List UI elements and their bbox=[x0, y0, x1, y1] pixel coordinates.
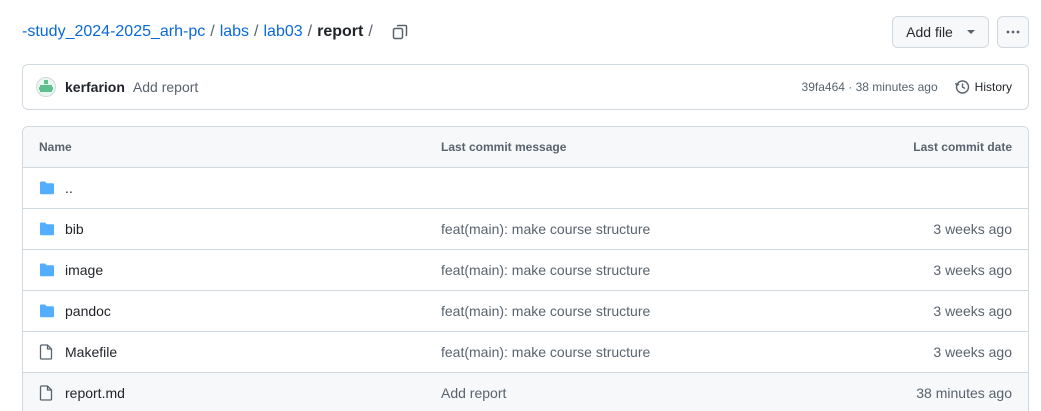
breadcrumb-repo-link[interactable]: -study_2024-2025_arh-pc bbox=[22, 23, 205, 41]
file-table: Name Last commit message Last commit dat… bbox=[22, 126, 1029, 411]
copy-path-icon[interactable] bbox=[390, 22, 410, 42]
file-icon bbox=[39, 344, 55, 360]
commit-date: 3 weeks ago bbox=[933, 344, 1012, 360]
header-name: Name bbox=[39, 140, 72, 154]
folder-icon bbox=[39, 303, 55, 319]
breadcrumb-labs-link[interactable]: labs bbox=[220, 23, 249, 41]
add-file-button[interactable]: Add file bbox=[892, 16, 989, 48]
table-header: Name Last commit message Last commit dat… bbox=[23, 127, 1028, 168]
table-row[interactable]: Makefile feat(main): make course structu… bbox=[23, 332, 1028, 373]
file-name[interactable]: .. bbox=[65, 180, 73, 196]
commit-hash-time[interactable]: 39fa464 · 38 minutes ago bbox=[802, 80, 938, 94]
history-icon bbox=[954, 80, 969, 94]
file-name[interactable]: bib bbox=[65, 221, 84, 237]
table-row[interactable]: .. bbox=[23, 168, 1028, 209]
commit-author[interactable]: kerfarion bbox=[65, 79, 125, 95]
breadcrumb-separator: / bbox=[210, 23, 215, 40]
commit-message[interactable]: feat(main): make course structure bbox=[441, 262, 650, 278]
breadcrumb-lab03-link[interactable]: lab03 bbox=[264, 23, 303, 41]
breadcrumb: -study_2024-2025_arh-pc / labs / lab03 /… bbox=[22, 18, 410, 46]
add-file-label: Add file bbox=[906, 24, 953, 40]
file-name[interactable]: Makefile bbox=[65, 344, 117, 360]
breadcrumb-separator: / bbox=[307, 23, 313, 40]
folder-icon bbox=[39, 180, 55, 196]
header-date: Last commit date bbox=[913, 140, 1012, 154]
commit-message[interactable]: Add report bbox=[133, 79, 198, 95]
commit-meta-group: 39fa464 · 38 minutes ago History bbox=[802, 79, 1012, 95]
table-row[interactable]: report.md Add report 38 minutes ago bbox=[23, 373, 1028, 411]
commit-date: 3 weeks ago bbox=[933, 262, 1012, 278]
table-row[interactable]: pandoc feat(main): make course structure… bbox=[23, 291, 1028, 332]
avatar[interactable] bbox=[36, 77, 56, 97]
folder-icon bbox=[39, 262, 55, 278]
commit-date: 3 weeks ago bbox=[933, 303, 1012, 319]
commit-date: 38 minutes ago bbox=[916, 385, 1012, 401]
commit-date: 3 weeks ago bbox=[933, 221, 1012, 237]
folder-icon bbox=[39, 221, 55, 237]
triangle-down-icon bbox=[966, 30, 975, 34]
history-label: History bbox=[974, 80, 1012, 94]
kebab-horizontal-icon bbox=[1006, 30, 1020, 34]
table-row[interactable]: image feat(main): make course structure … bbox=[23, 250, 1028, 291]
history-button[interactable]: History bbox=[954, 79, 1012, 95]
breadcrumb-separator: / bbox=[368, 23, 373, 40]
commit-message[interactable]: feat(main): make course structure bbox=[441, 303, 650, 319]
table-row[interactable]: bib feat(main): make course structure 3 … bbox=[23, 209, 1028, 250]
latest-commit-bar: kerfarion Add report 39fa464 · 38 minute… bbox=[22, 64, 1029, 110]
file-name[interactable]: report.md bbox=[65, 385, 125, 401]
header-message: Last commit message bbox=[441, 140, 567, 154]
commit-message[interactable]: Add report bbox=[441, 385, 506, 401]
file-name[interactable]: image bbox=[65, 262, 103, 278]
file-name[interactable]: pandoc bbox=[65, 303, 111, 319]
breadcrumb-current: report bbox=[317, 23, 364, 40]
commit-message[interactable]: feat(main): make course structure bbox=[441, 221, 650, 237]
more-options-button[interactable] bbox=[997, 16, 1029, 48]
commit-message[interactable]: feat(main): make course structure bbox=[441, 344, 650, 360]
file-icon bbox=[39, 385, 55, 401]
breadcrumb-separator: / bbox=[254, 23, 259, 40]
